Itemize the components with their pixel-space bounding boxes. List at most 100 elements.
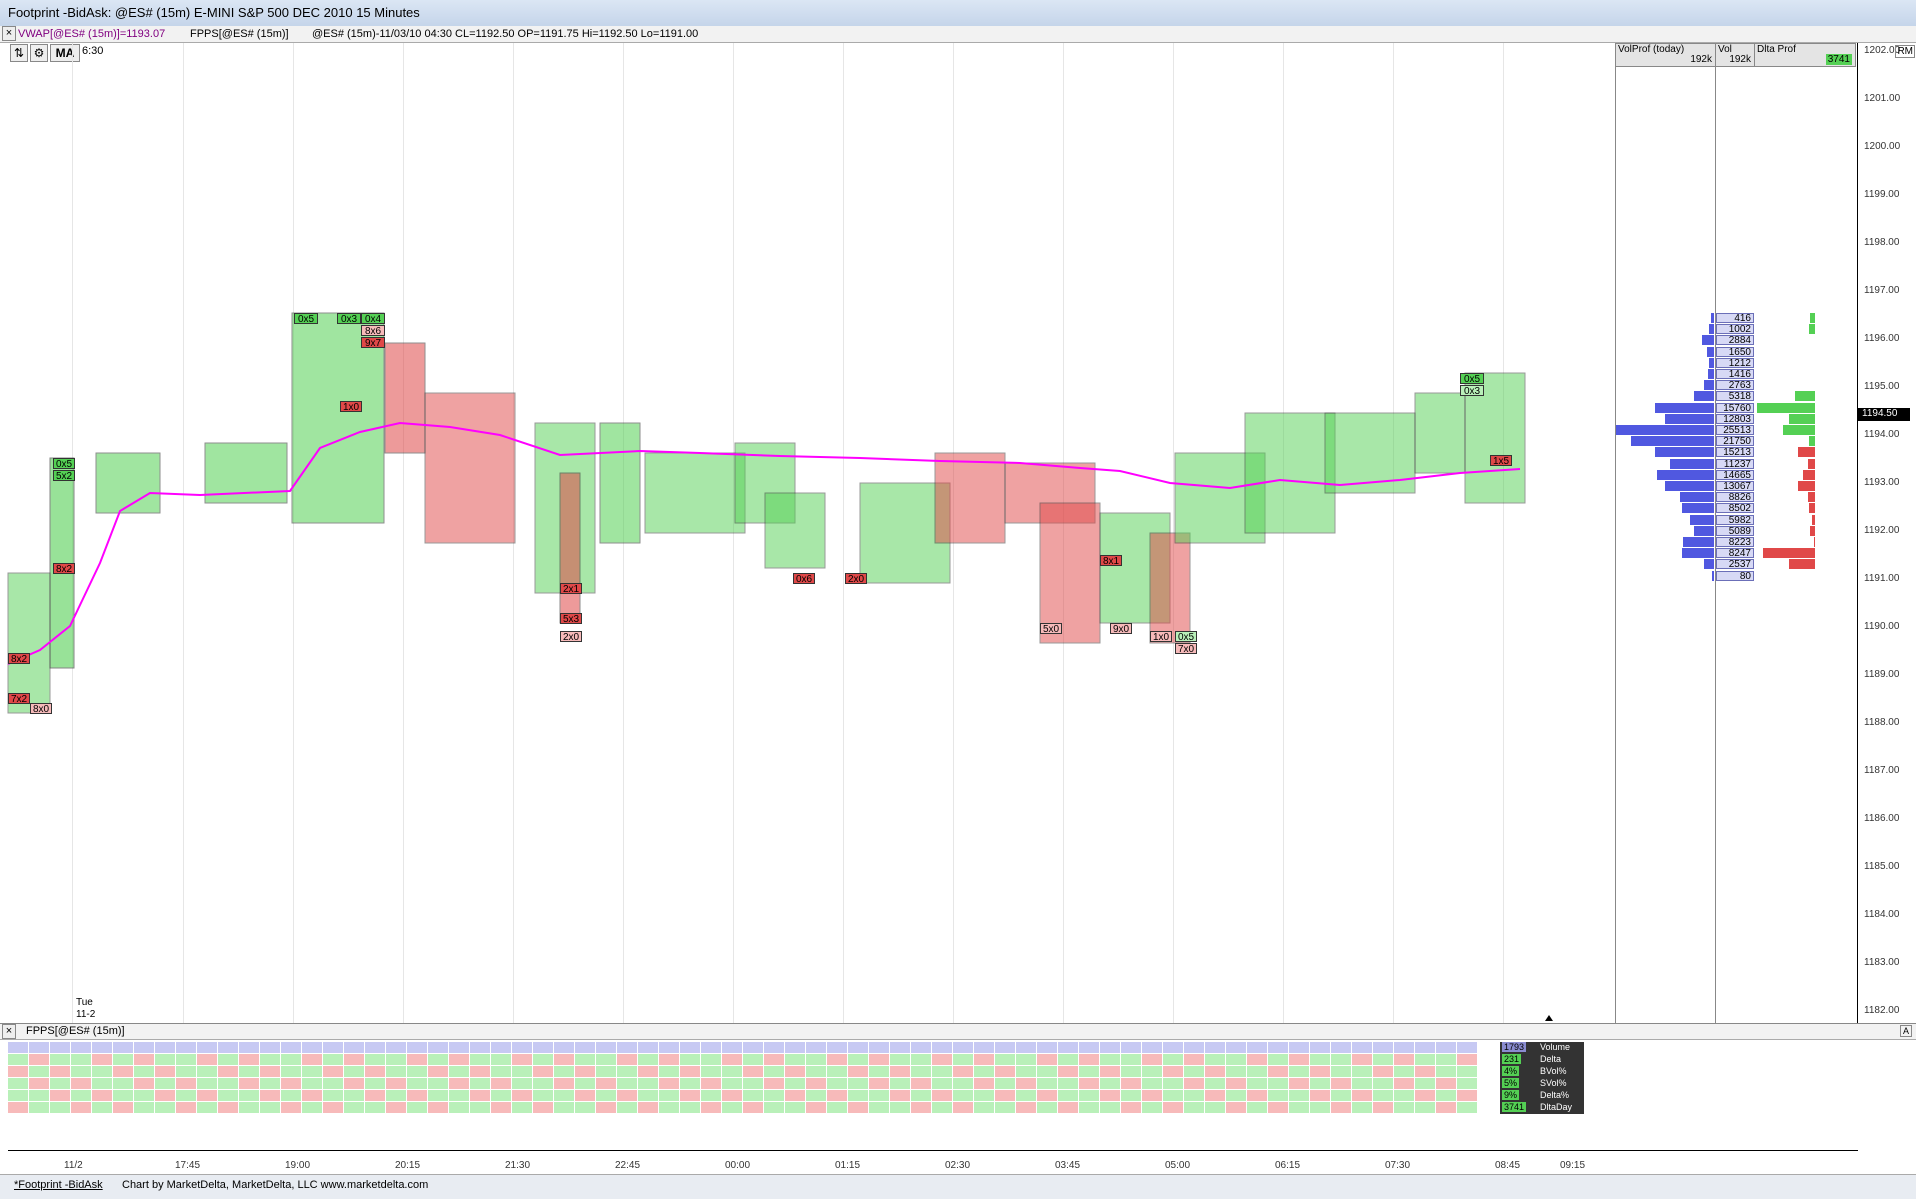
stats-cell [617,1066,637,1077]
stats-cell [827,1078,847,1089]
stats-cell [1079,1078,1099,1089]
vol-header[interactable]: Vol 192k [1715,43,1755,67]
stats-cell [155,1066,175,1077]
volume-value: 15760 [1716,402,1754,413]
delta-profile-header[interactable]: Dlta Prof 3741 [1754,43,1856,67]
volume-value: 1212 [1716,357,1754,368]
footprint-cell: 0x6 [793,573,815,585]
volume-value: 1416 [1716,369,1754,380]
stats-cell [848,1102,868,1113]
stats-cell [1352,1054,1372,1065]
fpps-indicator[interactable]: FPPS[@ES# (15m)] [190,28,289,40]
stats-cell [974,1090,994,1101]
volume-profile-bar [1682,503,1714,514]
stats-cell [512,1090,532,1101]
stats-cell [1184,1102,1204,1113]
footprint-cell: 2x0 [560,631,582,643]
footprint-cell: 7x0 [1175,643,1197,655]
status-tab[interactable]: *Footprint -BidAsk [14,1179,103,1191]
stats-row: 231 Delta [1500,1054,1584,1065]
volume-value: 21750 [1716,436,1754,447]
stats-cell [533,1054,553,1065]
delta-profile-bar [1803,469,1815,480]
stats-cell [1268,1066,1288,1077]
stats-cell [743,1090,763,1101]
stats-cell [134,1054,154,1065]
stats-cell [1016,1102,1036,1113]
stats-cell [386,1090,406,1101]
stats-summary-value: 231 [1502,1054,1522,1064]
stats-cell [554,1078,574,1089]
volume-profile-bar [1712,570,1714,581]
volume-value: 8247 [1716,548,1754,559]
volume-value: 8826 [1716,492,1754,503]
stats-cell [995,1054,1015,1065]
time-tick-label: 11/2 [64,1160,83,1171]
stats-cell [1436,1078,1456,1089]
volume-value: 13067 [1716,481,1754,492]
stats-cell [617,1078,637,1089]
stats-cell [407,1090,427,1101]
stats-cell [1268,1054,1288,1065]
stats-cell [932,1102,952,1113]
stats-cell [470,1078,490,1089]
stats-cell [1037,1102,1057,1113]
stats-cell [890,1078,910,1089]
stats-row-label: BVol% [1540,1066,1567,1076]
stats-cell [260,1102,280,1113]
stats-cell [344,1066,364,1077]
pane-mode-icon[interactable]: A [1899,1025,1912,1037]
volume-profile-bar [1665,413,1714,424]
volume-value: 11237 [1716,458,1754,469]
stats-cell [1100,1066,1120,1077]
stats-cell [638,1066,658,1077]
stats-cell [92,1042,112,1053]
axis-mode-button[interactable]: RM [1895,45,1915,58]
stats-cell [575,1102,595,1113]
stats-cell [1268,1078,1288,1089]
stats-cell [365,1078,385,1089]
stats-cell [953,1054,973,1065]
time-tick-label: 01:15 [835,1160,861,1171]
stats-cell [176,1042,196,1053]
stats-cell [491,1102,511,1113]
footprint-cell: 5x2 [53,470,75,482]
stats-cell [1121,1102,1141,1113]
stats-cell [260,1042,280,1053]
volprof-header[interactable]: VolProf (today) 192k [1615,43,1716,67]
time-tick-label: 17:45 [175,1160,201,1171]
price-tick-label: 1189.00 [1864,669,1900,680]
stats-cell [953,1090,973,1101]
time-tick-label: 21:30 [505,1160,531,1171]
delta-profile-bar [1798,447,1815,458]
vwap-indicator[interactable]: VWAP[@ES# (15m)]=1193.07 [18,28,165,40]
stats-cell [92,1078,112,1089]
price-tick-label: 1201.00 [1864,93,1901,104]
stats-cell [701,1102,721,1113]
price-tick-label: 1188.00 [1864,717,1900,728]
stats-cell [1037,1090,1057,1101]
close-icon[interactable]: × [2,26,16,41]
triangle-marker-icon [1545,1015,1553,1021]
stats-cell [596,1102,616,1113]
stats-cell [71,1102,91,1113]
stats-cell [785,1066,805,1077]
footprint-cell: 0x5 [294,313,318,325]
stats-cell [155,1078,175,1089]
stats-cell [1226,1054,1246,1065]
stats-cell [1289,1042,1309,1053]
stats-cell [386,1102,406,1113]
stats-cell [1310,1090,1330,1101]
stats-cell [281,1090,301,1101]
stats-cell [1142,1066,1162,1077]
close-icon[interactable]: × [2,1024,16,1039]
stats-cell [50,1090,70,1101]
time-tick-label: 09:15 [1560,1160,1586,1171]
stats-cell [1310,1102,1330,1113]
delta-profile-bar [1809,436,1815,447]
delta-profile-bar [1814,537,1815,547]
volume-profile-bar [1631,436,1714,447]
stats-cell [50,1078,70,1089]
volume-profile-bar [1665,481,1714,491]
stats-cell [1352,1102,1372,1113]
